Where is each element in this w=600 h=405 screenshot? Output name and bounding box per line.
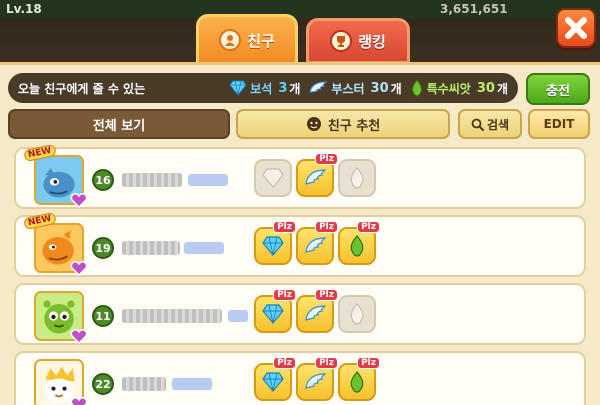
diamond-icon (262, 236, 284, 256)
diamond-icon (262, 372, 284, 392)
plz-tag: Plz (357, 221, 380, 233)
friend-row: 11 Plz Plz (14, 283, 586, 345)
charge-button[interactable]: 충전 (526, 73, 590, 105)
seed-icon (411, 79, 422, 97)
plz-tag: Plz (315, 153, 338, 165)
booster-label: 부스터 (331, 81, 365, 96)
booster-unit: 개 (390, 81, 402, 96)
send-diamond-slot[interactable]: Plz (254, 357, 296, 401)
friend-id-obscured (188, 174, 228, 186)
heart-icon[interactable] (70, 327, 88, 345)
friend-name-obscured (122, 173, 182, 187)
wing-icon (309, 81, 328, 93)
friend-level: 19 (92, 237, 114, 259)
send-seed-slot[interactable]: Plz (338, 221, 380, 265)
gift-booster: 부스터 30 개 (308, 80, 402, 97)
seed-label: 특수씨앗 (426, 81, 471, 96)
friend-id-obscured (172, 378, 212, 390)
seed-icon (350, 167, 364, 189)
coin-count: 3,651,651 (440, 2, 508, 16)
friends-panel: 오늘 친구에게 줄 수 있는 보석 3 개 부스터 30 개 특수씨앗 30 개… (0, 62, 600, 405)
friend-avatar-wrap (34, 359, 88, 405)
friend-row: 22 Plz Plz Plz (14, 351, 586, 405)
send-diamond-slot[interactable]: Plz (254, 289, 296, 333)
plz-tag: Plz (315, 289, 338, 301)
tab-friends[interactable]: 친구 (196, 14, 298, 66)
search-button[interactable]: 검색 (458, 109, 522, 139)
wing-icon (305, 373, 327, 389)
friend-id-obscured (184, 242, 224, 254)
friend-name-obscured (122, 377, 166, 391)
booster-count: 30 (370, 80, 389, 96)
diamond-icon (262, 168, 284, 188)
top-status-bar: Lv.18 3,651,651 (0, 0, 600, 56)
friend-face-icon (306, 117, 321, 131)
send-seed-slot[interactable] (338, 295, 376, 333)
seed-icon (350, 371, 364, 393)
diamond-label: 보석 (250, 81, 273, 96)
edit-button[interactable]: EDIT (528, 109, 590, 139)
plz-tag: Plz (315, 357, 338, 369)
diamond-icon (262, 304, 284, 324)
friend-row: NEW 19 Plz Plz Plz (14, 211, 586, 277)
close-icon (565, 17, 587, 39)
send-booster-slot[interactable]: Plz (296, 221, 338, 265)
tab-ranking-label: 랭킹 (358, 32, 386, 51)
seed-icon (350, 303, 364, 325)
friend-id-obscured (228, 310, 248, 322)
tab-friends-label: 친구 (247, 31, 275, 50)
friend-icon (219, 29, 242, 51)
friend-level: 22 (92, 373, 114, 395)
close-button[interactable] (556, 8, 596, 48)
friend-avatar-wrap: NEW (23, 211, 88, 277)
wing-icon (305, 169, 327, 185)
seed-unit: 개 (496, 81, 508, 96)
friend-name-obscured (122, 309, 222, 323)
send-booster-slot[interactable]: Plz (296, 357, 338, 401)
gift-seed: 특수씨앗 30 개 (410, 79, 508, 97)
diamond-icon (229, 80, 247, 96)
send-diamond-slot[interactable]: Plz (254, 221, 296, 265)
seed-count: 30 (476, 80, 495, 96)
send-booster-slot[interactable]: Plz (296, 289, 338, 333)
gift-diamond: 보석 3 개 (229, 80, 300, 97)
wing-icon (305, 237, 327, 253)
send-seed-slot[interactable]: Plz (338, 357, 380, 401)
plz-tag: Plz (357, 357, 380, 369)
wing-icon (305, 305, 327, 321)
send-seed-slot[interactable] (338, 159, 376, 197)
gift-info-text: 오늘 친구에게 줄 수 있는 (18, 81, 146, 96)
search-icon (471, 118, 484, 131)
friend-level: 16 (92, 169, 114, 191)
plz-tag: Plz (273, 289, 296, 301)
heart-icon[interactable] (70, 191, 88, 209)
player-level: Lv.18 (6, 2, 42, 16)
friend-avatar-wrap: NEW (23, 143, 88, 209)
friend-name-obscured (122, 241, 180, 255)
send-diamond-slot[interactable] (254, 159, 292, 197)
diamond-unit: 개 (289, 81, 301, 96)
heart-icon[interactable] (70, 259, 88, 277)
plz-tag: Plz (273, 221, 296, 233)
gift-info-bar: 오늘 친구에게 줄 수 있는 보석 3 개 부스터 30 개 특수씨앗 30 개 (8, 73, 518, 103)
friend-level: 11 (92, 305, 114, 327)
plz-tag: Plz (315, 221, 338, 233)
diamond-count: 3 (278, 80, 288, 96)
friend-avatar-wrap (34, 291, 88, 345)
search-label: 검색 (486, 117, 510, 132)
recommend-friend-button[interactable]: 친구 추천 (236, 109, 450, 139)
plz-tag: Plz (273, 357, 296, 369)
tab-ranking[interactable]: 랭킹 (306, 18, 410, 64)
send-booster-slot[interactable]: Plz (296, 153, 338, 197)
view-all-button[interactable]: 전체 보기 (8, 109, 230, 139)
trophy-icon (330, 30, 353, 52)
heart-icon[interactable] (70, 395, 88, 405)
friend-row: NEW 16 Plz (14, 143, 586, 209)
recommend-label: 친구 추천 (327, 118, 381, 134)
top-strip (0, 0, 600, 18)
seed-icon (350, 235, 364, 257)
